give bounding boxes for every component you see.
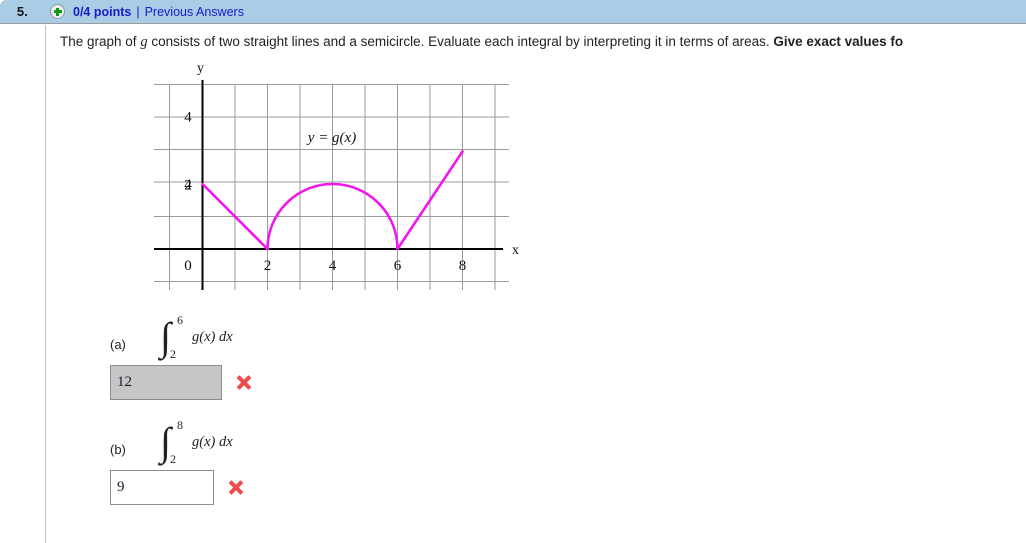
part-b-upper-limit: 8 [177, 418, 183, 432]
prompt-text-1: The graph of [60, 34, 141, 49]
part-b-label: (b) [110, 442, 126, 457]
y-tick-label-2: 2 [184, 178, 192, 194]
prompt-text-2: consists of two straight lines and a sem… [147, 34, 774, 49]
question-number: 5. [16, 4, 29, 19]
prompt-variable-g: g [140, 34, 148, 50]
part-b-answer-row [110, 470, 243, 505]
part-b-incorrect-x-icon [228, 480, 243, 495]
prompt-text-bold: Give exact values fo [773, 34, 904, 49]
part-a-label: (a) [110, 337, 126, 352]
graph-svg: y x 0 2 4 6 8 4 4 2 y = g(x) [154, 61, 519, 290]
x-tick-4: 4 [329, 258, 337, 274]
y-axis-label: y [197, 61, 204, 76]
plus-circle-icon[interactable] [50, 4, 65, 19]
question-header-bar: 5. 0/4 points | Previous Answers [0, 0, 1026, 24]
curve-label: y = g(x) [306, 130, 356, 146]
x-tick-8: 8 [459, 258, 467, 274]
part-b-answer-input[interactable] [110, 470, 214, 505]
question-prompt: The graph of g consists of two straight … [60, 33, 903, 51]
question-body: The graph of g consists of two straight … [46, 25, 1026, 543]
previous-answers-link[interactable]: Previous Answers [145, 5, 244, 19]
part-a-integrand: g(x) dx [192, 329, 233, 345]
x-tick-2: 2 [264, 258, 272, 274]
x-axis-label: x [512, 243, 519, 258]
x-tick-0: 0 [184, 258, 192, 274]
header-separator: | [136, 4, 140, 19]
points-label: 0/4 points [73, 4, 132, 19]
part-a-answer-row [110, 365, 251, 400]
x-tick-labels: 0 2 4 6 8 [184, 258, 466, 274]
part-a-upper-limit: 6 [177, 313, 183, 327]
part-a-answer-input[interactable] [110, 365, 222, 400]
part-b-integrand: g(x) dx [192, 434, 233, 450]
x-tick-6: 6 [394, 258, 402, 274]
part-a-incorrect-x-icon [236, 375, 251, 390]
function-graph: y x 0 2 4 6 8 4 4 2 y = g(x) [146, 58, 526, 303]
part-b-lower-limit: 2 [170, 452, 176, 466]
part-a-lower-limit: 2 [170, 347, 176, 361]
y-tick-label-4: 4 [184, 110, 192, 126]
